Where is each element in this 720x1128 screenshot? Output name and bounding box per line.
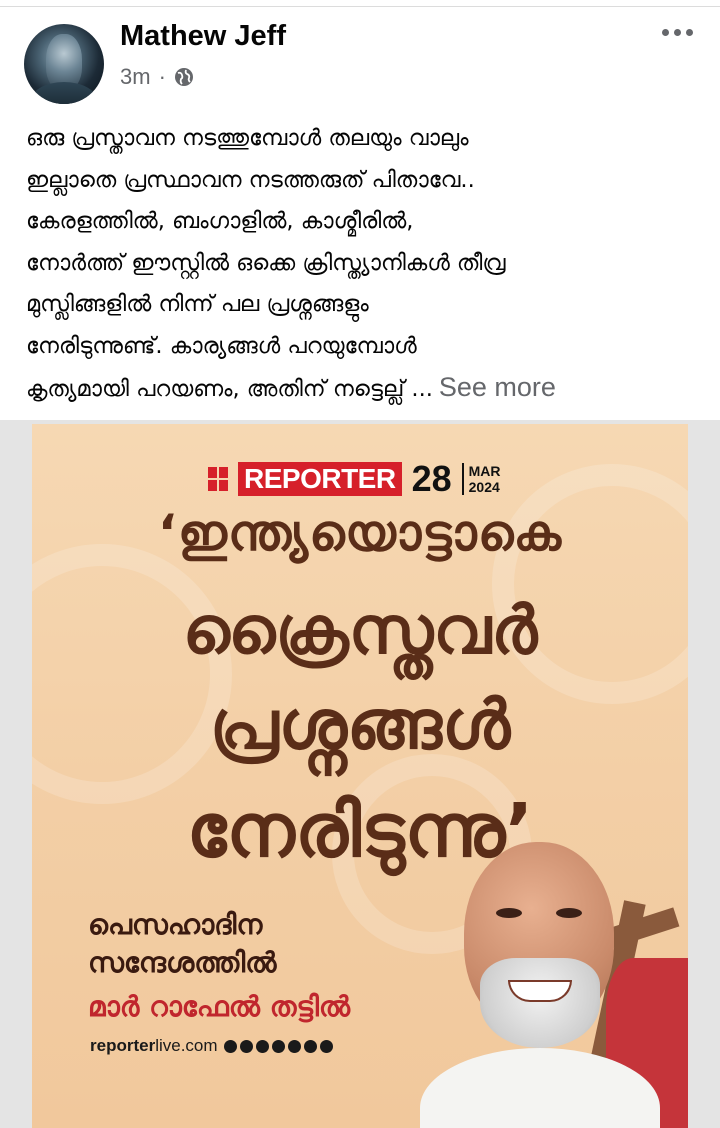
site-credit: reporterlive.com bbox=[90, 1036, 333, 1056]
reporter-masthead: REPORTER 28 MAR 2024 bbox=[208, 458, 501, 500]
social-icon bbox=[319, 1039, 333, 1053]
subtitle-line-1: പെസഹാദിന bbox=[88, 908, 263, 941]
globe-icon[interactable] bbox=[174, 67, 194, 87]
post-image-area: REPORTER 28 MAR 2024 ‘ഇന്ത്യയൊട്ടാകെ ക്ര… bbox=[0, 420, 720, 1128]
post-text-line: നോർത്ത് ഈസ്റ്റിൽ ഒക്കെ ക്രിസ്ത്യാനികൾ തീ… bbox=[26, 249, 506, 276]
site-url: reporterlive.com bbox=[90, 1036, 218, 1056]
issue-year: 2024 bbox=[468, 479, 500, 495]
post-text: ഒരു പ്രസ്താവന നടത്തുമ്പോൾ തലയും വാലും ഇല… bbox=[26, 118, 702, 411]
post-meta: 3m · bbox=[120, 64, 194, 90]
brand-name: REPORTER bbox=[238, 462, 402, 496]
social-icons bbox=[223, 1039, 333, 1053]
right-eye bbox=[556, 908, 582, 918]
post-header: Mathew Jeff 3m · bbox=[0, 8, 720, 108]
bishop-portrait bbox=[410, 830, 688, 1128]
social-icon bbox=[287, 1039, 301, 1053]
subtitle-line-2: സന്ദേശത്തിൽ bbox=[88, 946, 277, 979]
post-time[interactable]: 3m bbox=[120, 64, 151, 90]
news-card-image[interactable]: REPORTER 28 MAR 2024 ‘ഇന്ത്യയൊട്ടാകെ ക്ര… bbox=[32, 424, 688, 1128]
issue-month: MAR bbox=[468, 463, 501, 479]
reporter-logo-icon bbox=[208, 467, 228, 491]
post-text-line: കൃത്യമായി പറയണം, അതിന് നട്ടെല്ല് ... bbox=[26, 376, 433, 402]
issue-day: 28 bbox=[411, 458, 452, 499]
see-more-link[interactable]: See more bbox=[439, 372, 556, 402]
site-url-bold: reporter bbox=[90, 1036, 156, 1055]
author-avatar[interactable] bbox=[24, 24, 104, 104]
social-icon bbox=[271, 1039, 285, 1053]
site-url-rest: live.com bbox=[155, 1036, 218, 1055]
issue-month-year: MAR 2024 bbox=[461, 463, 501, 495]
social-icon bbox=[303, 1039, 317, 1053]
bishop-beard bbox=[480, 958, 600, 1048]
more-options-icon[interactable] bbox=[662, 22, 698, 42]
headline-line-1: ‘ഇന്ത്യയൊട്ടാകെ bbox=[157, 504, 563, 562]
top-divider bbox=[0, 6, 720, 7]
post-text-line: നേരിടുന്നുണ്ട്. കാര്യങ്ങൾ പറയുമ്പോൾ bbox=[26, 332, 417, 359]
social-icon bbox=[239, 1039, 253, 1053]
social-icon bbox=[255, 1039, 269, 1053]
post-text-last-line: കൃത്യമായി പറയണം, അതിന് നട്ടെല്ല് ... See … bbox=[26, 367, 702, 411]
avatar-shoulders bbox=[30, 82, 98, 104]
left-eye bbox=[496, 908, 522, 918]
meta-separator: · bbox=[158, 64, 166, 89]
headline-line-2: ക്രൈസ്തവർ bbox=[182, 592, 538, 669]
post-text-line: ഇല്ലാതെ പ്രസ്ഥാവന നടത്തരുത് പിതാവേ.. bbox=[26, 166, 475, 193]
author-name[interactable]: Mathew Jeff bbox=[120, 20, 286, 53]
headline-line-3: പ്രശ്നങ്ങൾ bbox=[209, 686, 511, 765]
post-text-line: കേരളത്തിൽ, ബംഗാളിൽ, കാശ്മീരിൽ, bbox=[26, 208, 414, 234]
social-icon bbox=[223, 1039, 237, 1053]
subtitle-name: മാർ റാഫേൽ തട്ടിൽ bbox=[88, 990, 351, 1023]
post-text-line: ഒരു പ്രസ്താവന നടത്തുമ്പോൾ തലയും വാലും bbox=[26, 125, 469, 151]
post-text-line: മുസ്ലിങ്ങളിൽ നിന്ന് പല പ്രശ്നങ്ങളും bbox=[26, 291, 369, 317]
